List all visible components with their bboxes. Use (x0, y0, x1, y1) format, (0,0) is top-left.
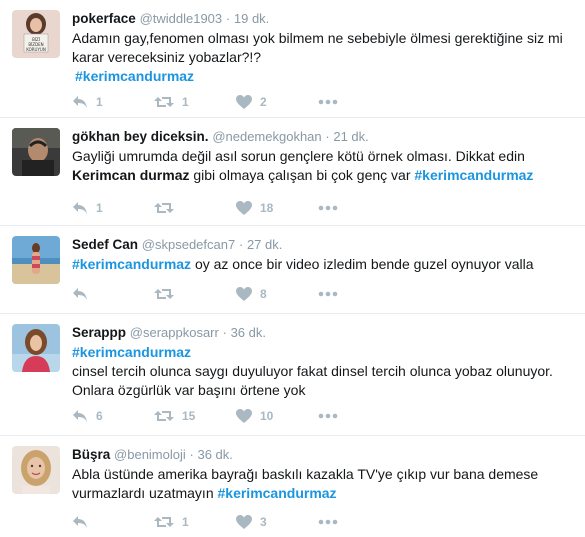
like-count: 8 (260, 287, 267, 301)
retweet-button[interactable]: 1 (154, 515, 236, 529)
tweet-3[interactable]: Sedef Can @skpsedefcan7 · 27 dk. #kerimc… (0, 226, 585, 314)
more-button[interactable] (318, 99, 338, 105)
retweet-count: 1 (182, 515, 189, 529)
more-button[interactable] (318, 413, 338, 419)
reply-button[interactable]: 1 (72, 201, 154, 215)
svg-text:KORUYUN: KORUYUN (26, 47, 46, 52)
more-button[interactable] (318, 291, 338, 297)
tweet-text-end: gibi olmaya çalışan bi çok genç var (189, 167, 415, 183)
reply-count: 1 (96, 201, 103, 215)
like-button[interactable]: 8 (236, 287, 318, 301)
tweet-4[interactable]: Serappp @serappkosarr · 36 dk. #kerimcan… (0, 314, 585, 436)
timestamp[interactable]: 36 dk. (197, 447, 232, 462)
like-count: 10 (260, 409, 274, 423)
tweet-text: #kerimcandurmaz oy az once bir video izl… (72, 255, 575, 274)
separator-dot: · (222, 325, 231, 340)
more-dots-icon (318, 205, 338, 211)
hashtag-link[interactable]: #kerimcandurmaz (218, 485, 337, 501)
like-button[interactable]: 18 (236, 201, 318, 215)
heart-icon (236, 515, 252, 529)
retweet-icon (154, 97, 174, 107)
fullname[interactable]: Serappp (72, 325, 126, 340)
avatar[interactable] (12, 236, 60, 284)
tweet-text: Adamın gay,fenomen olması yok bilmem ne … (72, 29, 575, 86)
reply-button[interactable]: 6 (72, 409, 154, 423)
tweet-text-body: Adamın gay,fenomen olması yok bilmem ne … (72, 30, 563, 65)
fullname[interactable]: Sedef Can (72, 237, 138, 252)
username[interactable]: @twiddle1903 (140, 11, 223, 26)
avatar[interactable] (12, 324, 60, 372)
timestamp[interactable]: 27 dk. (247, 237, 282, 252)
reply-count: 6 (96, 409, 103, 423)
tweet-5[interactable]: Büşra @benimoloji · 36 dk. Abla üstünde … (0, 436, 585, 537)
like-button[interactable]: 10 (236, 409, 318, 423)
separator-dot: · (238, 237, 247, 252)
reply-arrow-icon (73, 96, 87, 108)
separator-dot: · (225, 11, 234, 26)
timestamp[interactable]: 36 dk. (231, 325, 266, 340)
like-button[interactable]: 3 (236, 515, 318, 529)
tweet-text-body: cinsel tercih olunca saygı duyuluyor fak… (72, 363, 553, 398)
retweet-button[interactable] (154, 287, 236, 301)
heart-icon (236, 201, 252, 215)
bold-name: Kerimcan durmaz (72, 167, 190, 183)
retweet-count: 1 (182, 95, 189, 109)
fullname[interactable]: gökhan bey diceksin. (72, 129, 209, 144)
like-button[interactable]: 2 (236, 95, 318, 109)
tweet-text-start: Gayliği umrumda değil asıl sorun gençler… (72, 148, 525, 164)
username[interactable]: @nedemekgokhan (212, 129, 321, 144)
hashtag-link[interactable]: #kerimcandurmaz (72, 344, 191, 360)
more-dots-icon (318, 413, 338, 419)
retweet-button[interactable] (154, 201, 236, 215)
more-dots-icon (318, 291, 338, 297)
retweet-icon (154, 517, 174, 527)
retweet-count: 15 (182, 409, 196, 423)
hashtag-link[interactable]: #kerimcandurmaz (414, 167, 533, 183)
retweet-icon (154, 289, 174, 299)
tweet-timeline: BİZİ BİZDEN KORUYUN pokerface @twiddle19… (0, 0, 585, 537)
avatar[interactable] (12, 446, 60, 494)
more-dots-icon (318, 99, 338, 105)
reply-arrow-icon (73, 288, 87, 300)
more-button[interactable] (318, 205, 338, 211)
retweet-icon (154, 203, 174, 213)
heart-icon (236, 287, 252, 301)
reply-arrow-icon (73, 202, 87, 214)
tweet-1[interactable]: BİZİ BİZDEN KORUYUN pokerface @twiddle19… (0, 0, 585, 118)
hashtag-link[interactable]: #kerimcandurmaz (72, 256, 191, 272)
tweet-2[interactable]: gökhan bey diceksin. @nedemekgokhan · 21… (0, 118, 585, 226)
reply-button[interactable] (72, 515, 154, 529)
avatar[interactable] (12, 128, 60, 176)
reply-button[interactable]: 1 (72, 95, 154, 109)
retweet-button[interactable]: 15 (154, 409, 236, 423)
tweet-text: #kerimcandurmaz cinsel tercih olunca say… (72, 343, 575, 400)
more-button[interactable] (318, 519, 338, 525)
like-count: 2 (260, 95, 267, 109)
timestamp[interactable]: 19 dk. (234, 11, 269, 26)
fullname[interactable]: Büşra (72, 447, 110, 462)
more-dots-icon (318, 519, 338, 525)
tweet-text-body: oy az once bir video izledim bende guzel… (191, 256, 534, 272)
avatar[interactable]: BİZİ BİZDEN KORUYUN (12, 10, 60, 58)
retweet-button[interactable]: 1 (154, 95, 236, 109)
username[interactable]: @benimoloji (114, 447, 186, 462)
reply-arrow-icon (73, 410, 87, 422)
reply-button[interactable] (72, 287, 154, 301)
reply-count: 1 (96, 95, 103, 109)
like-count: 3 (260, 515, 267, 529)
heart-icon (236, 409, 252, 423)
heart-icon (236, 95, 252, 109)
timestamp[interactable]: 21 dk. (333, 129, 368, 144)
tweet-text: Abla üstünde amerika bayrağı baskılı kaz… (72, 465, 575, 503)
fullname[interactable]: pokerface (72, 11, 136, 26)
tweet-text: Gayliği umrumda değil asıl sorun gençler… (72, 147, 575, 185)
retweet-icon (154, 411, 174, 421)
username[interactable]: @skpsedefcan7 (142, 237, 235, 252)
hashtag-link[interactable]: #kerimcandurmaz (75, 68, 194, 84)
username[interactable]: @serappkosarr (130, 325, 219, 340)
like-count: 18 (260, 201, 274, 215)
reply-arrow-icon (73, 516, 87, 528)
